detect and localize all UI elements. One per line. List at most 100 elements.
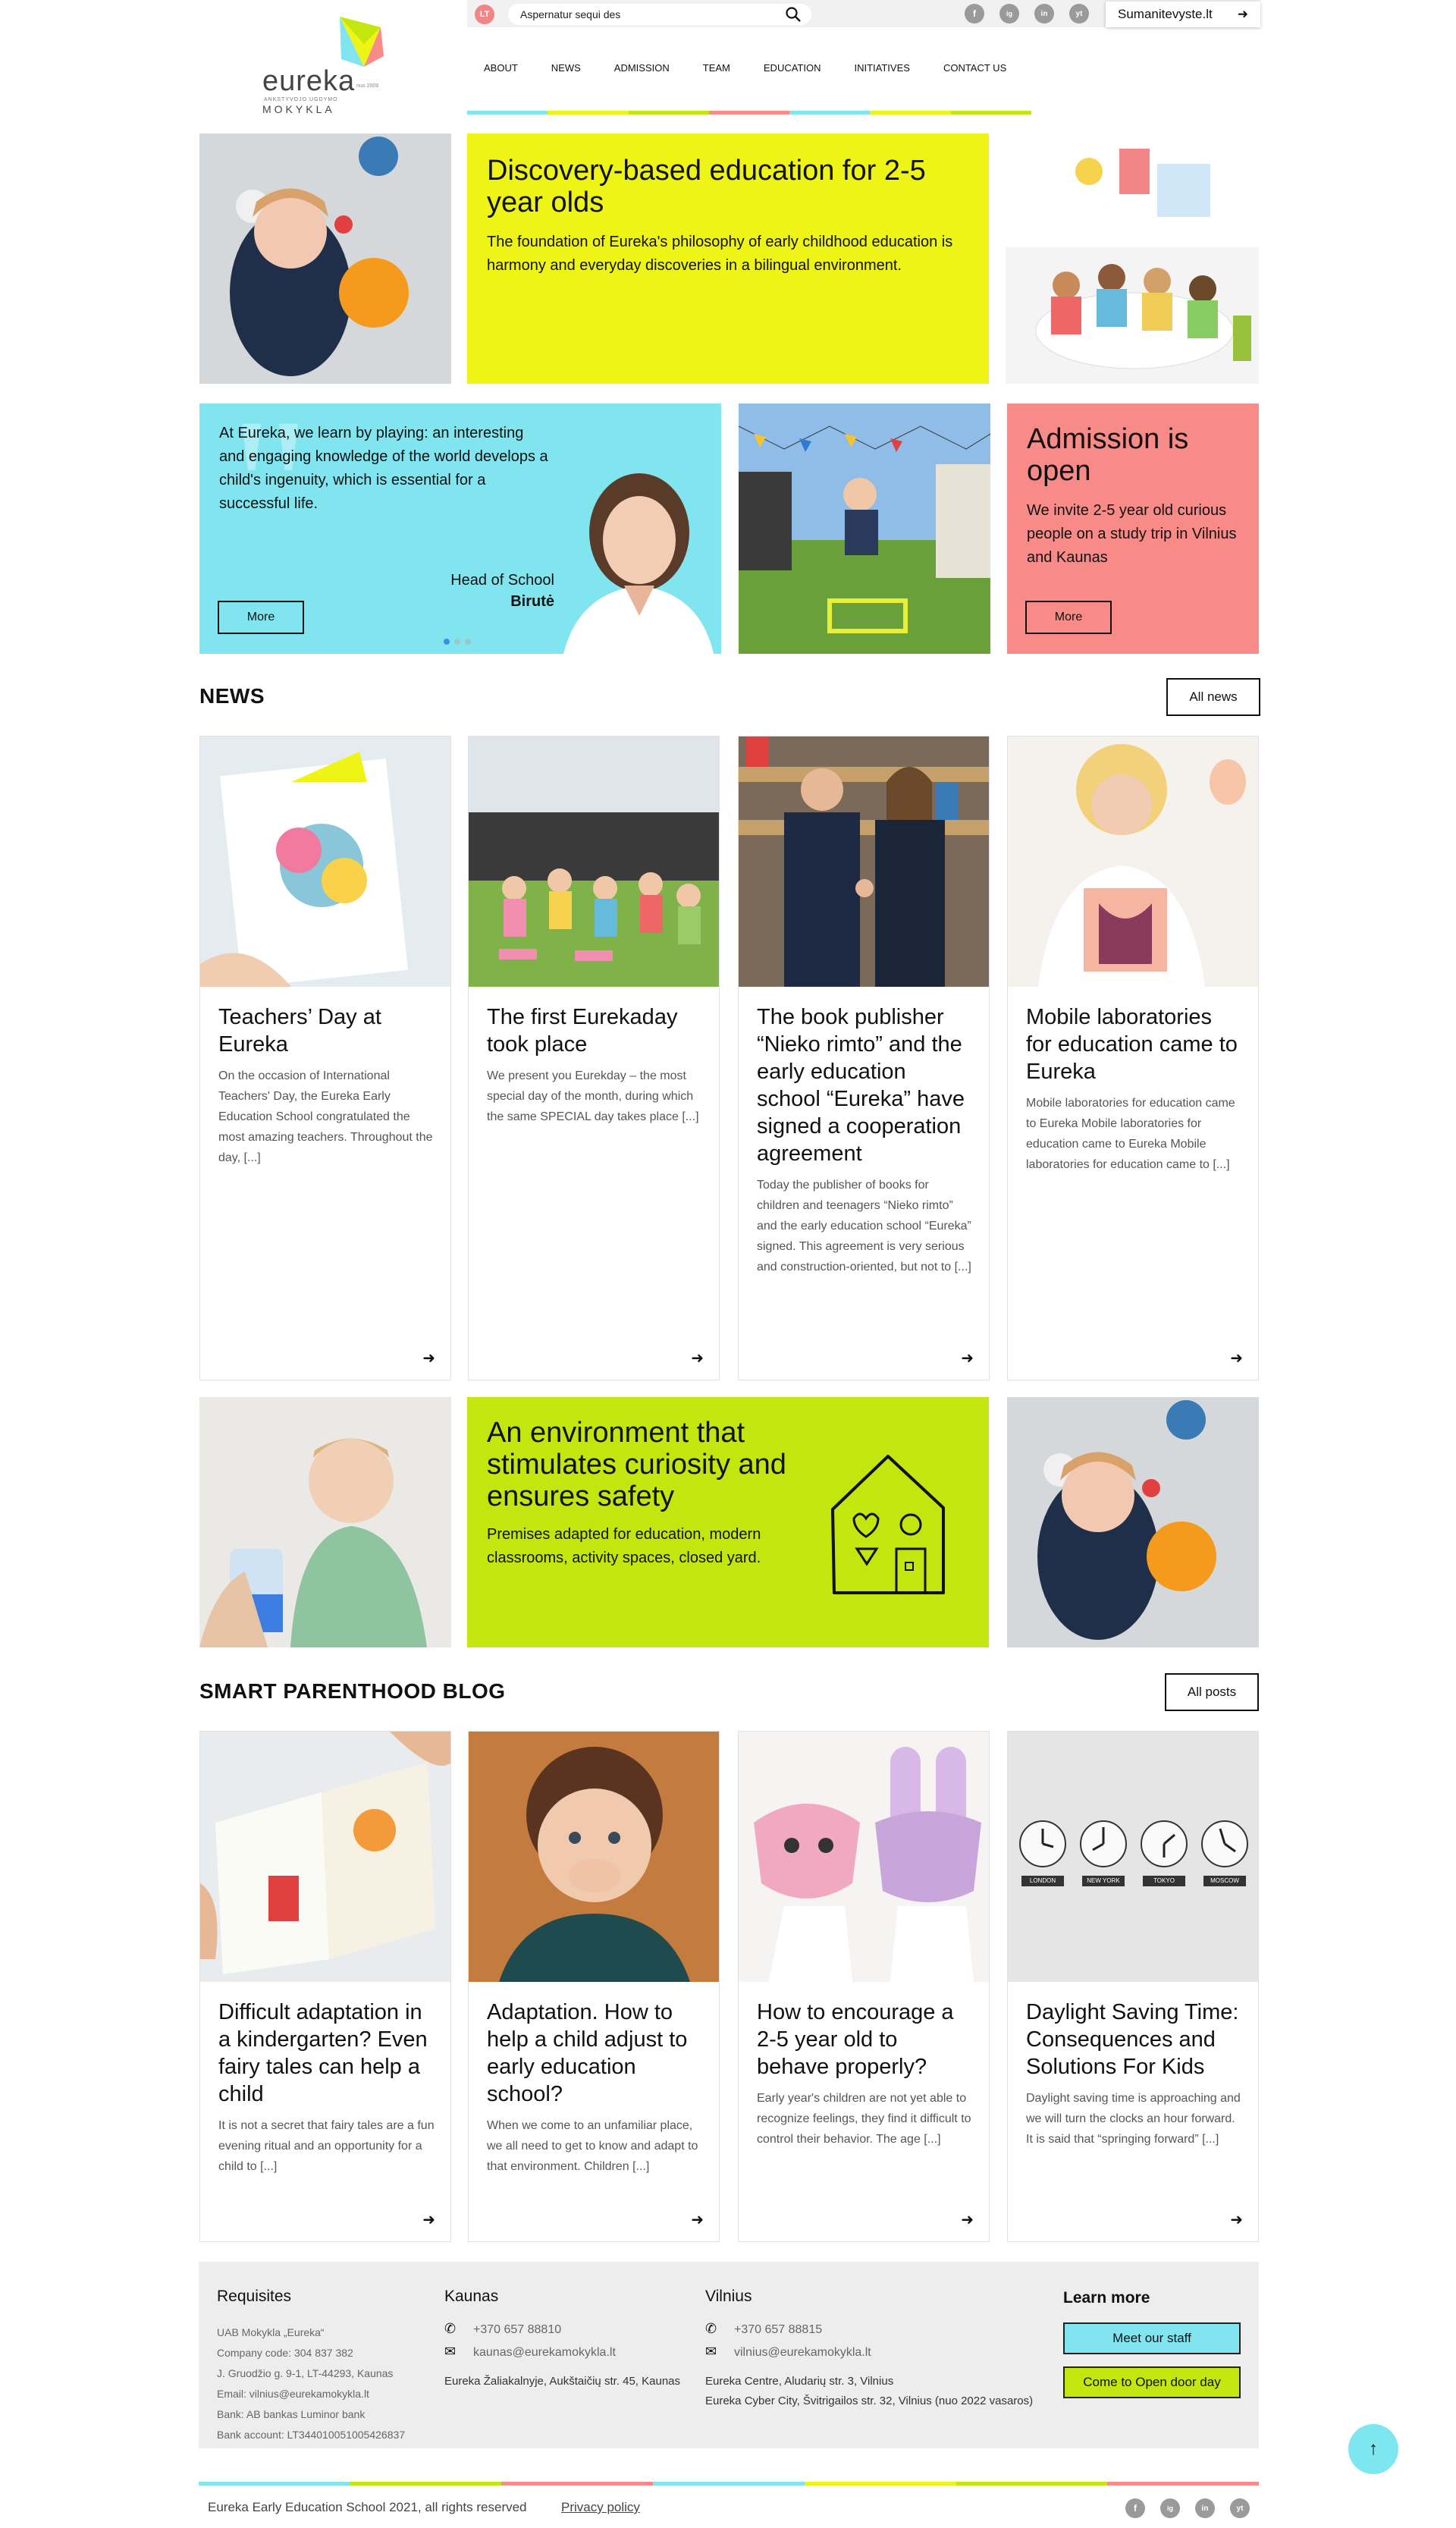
hero-title: Discovery-based education for 2-5 year o… (487, 155, 926, 218)
news-section-title: NEWS (199, 684, 265, 708)
news-image-teachers-day (200, 736, 450, 987)
site-logo[interactable]: eureka nuo 2009 ANKSTYVOJO UGDYMO MOKYKL… (258, 11, 391, 115)
youtube-icon-glyph: yt (1236, 2504, 1244, 2513)
news-card[interactable]: Mobile laboratories for education came t… (1007, 736, 1259, 1380)
youtube-icon[interactable]: yt (1069, 4, 1089, 24)
phone-icon: ✆ (444, 2321, 457, 2336)
quote-role: Head of School (450, 572, 554, 589)
blog-card[interactable]: Adaptation. How to help a child adjust t… (468, 1731, 720, 2242)
footer-requisites: UAB Mokykla „Eureka“ Company code: 304 8… (217, 2322, 429, 2445)
arrow-right-icon[interactable]: ➜ (691, 1349, 704, 1368)
news-image-mobile-lab (1008, 736, 1258, 987)
logo-word: eureka (262, 65, 356, 97)
arrow-right-icon[interactable]: ➜ (961, 2210, 974, 2229)
footer-vilnius-address-2: Eureka Cyber City, Švitrigailos str. 32,… (705, 2395, 1034, 2407)
meet-staff-button[interactable]: Meet our staff (1063, 2322, 1241, 2354)
nav-education[interactable]: EDUCATION (764, 62, 821, 74)
open-door-day-button[interactable]: Come to Open door day (1063, 2366, 1241, 2398)
nav-initiatives[interactable]: INITIATIVES (855, 62, 910, 74)
quote-tile: " At Eureka, we learn by playing: an int… (199, 404, 721, 654)
arrow-right-icon[interactable]: ➜ (422, 2210, 435, 2229)
news-title[interactable]: Mobile laboratories for education came t… (1026, 1003, 1243, 1085)
environment-text: Premises adapted for education, modern c… (487, 1526, 761, 1566)
language-switch[interactable]: LT (475, 5, 494, 24)
sumanitevyste-link[interactable]: Sumanitevyste.lt ➜ (1106, 2, 1260, 27)
blog-title[interactable]: Difficult adaptation in a kindergarten? … (218, 1999, 435, 2108)
blog-image-fairy-tales (200, 1732, 450, 1982)
arrow-right-icon[interactable]: ➜ (422, 1349, 435, 1368)
facebook-icon[interactable]: f (965, 4, 984, 24)
slider-dot-active[interactable] (444, 639, 450, 645)
instagram-icon[interactable]: ig (1160, 2498, 1180, 2518)
arrow-right-icon[interactable]: ➜ (691, 2210, 704, 2229)
quote-more-button[interactable]: More (218, 601, 304, 634)
instagram-icon-glyph: ig (1006, 10, 1012, 17)
blog-card[interactable]: LONDON NEW YORK TOKYO MOSCOW Daylight Sa… (1007, 1731, 1259, 2242)
photo-toddler-water (199, 1397, 451, 1647)
footer-vilnius-phone[interactable]: +370 657 88815 (734, 2319, 822, 2340)
nav-news[interactable]: NEWS (551, 62, 581, 74)
news-card[interactable]: Teachers’ Day at Eureka On the occasion … (199, 736, 451, 1380)
house-icon (831, 1455, 945, 1594)
logo-since: nuo 2009 (356, 83, 379, 89)
environment-tile: An environment that stimulates curiosity… (467, 1397, 989, 1647)
nav-contact[interactable]: CONTACT US (943, 62, 1006, 74)
arrow-right-icon[interactable]: ➜ (961, 1349, 974, 1368)
nav-about[interactable]: ABOUT (484, 62, 518, 74)
footer-kaunas-email[interactable]: kaunas@eurekamokykla.lt (473, 2342, 616, 2363)
clock-label: MOSCOW (1210, 1877, 1239, 1884)
blog-image-masks (739, 1732, 989, 1982)
hero-photo-child-planets (199, 133, 451, 384)
all-news-button[interactable]: All news (1166, 678, 1260, 716)
blog-card[interactable]: Difficult adaptation in a kindergarten? … (199, 1731, 451, 2242)
footer-vilnius-email[interactable]: vilnius@eurekamokykla.lt (734, 2342, 871, 2363)
search-input-value[interactable]: Aspernatur sequi des (520, 8, 620, 20)
blog-card[interactable]: How to encourage a 2-5 year old to behav… (738, 1731, 990, 2242)
footer-vilnius-address-1: Eureka Centre, Aludarių str. 3, Vilnius (705, 2375, 894, 2388)
privacy-policy-link[interactable]: Privacy policy (561, 2500, 640, 2515)
instagram-icon[interactable]: ig (999, 4, 1019, 24)
news-title[interactable]: The book publisher “Nieko rimto” and the… (757, 1003, 974, 1167)
environment-title: An environment that stimulates curiosity… (487, 1417, 786, 1512)
slider-dot[interactable] (465, 639, 471, 645)
photo-child-planets-2 (1007, 1397, 1259, 1647)
news-card[interactable]: The book publisher “Nieko rimto” and the… (738, 736, 990, 1380)
sumanitevyste-label: Sumanitevyste.lt (1118, 7, 1213, 21)
news-card[interactable]: The first Eurekaday took place We presen… (468, 736, 720, 1380)
admission-more-button[interactable]: More (1025, 601, 1112, 634)
footer-req-line[interactable]: Email: vilnius@eurekamokykla.lt (217, 2384, 429, 2404)
linkedin-icon[interactable]: in (1034, 4, 1054, 24)
search-icon[interactable] (785, 6, 802, 23)
footer-kaunas-title: Kaunas (444, 2288, 499, 2305)
blog-excerpt: It is not a secret that fairy tales are … (218, 2119, 435, 2173)
blog-title[interactable]: Daylight Saving Time: Consequences and S… (1026, 1999, 1243, 2080)
footer-requisites-title: Requisites (217, 2288, 292, 2305)
mail-icon: ✉ (705, 2344, 717, 2359)
footer-req-line: Bank: AB bankas Luminor bank (217, 2408, 366, 2420)
youtube-icon[interactable]: yt (1230, 2498, 1250, 2518)
blog-title[interactable]: How to encourage a 2-5 year old to behav… (757, 1999, 974, 2080)
footer-kaunas-address: Eureka Žaliakalnyje, Aukštaičių str. 45,… (444, 2375, 681, 2388)
instagram-icon-glyph: ig (1167, 2504, 1173, 2512)
mail-icon: ✉ (444, 2344, 457, 2359)
admission-tile: Admission is open We invite 2-5 year old… (1007, 404, 1259, 654)
scroll-to-top-button[interactable]: ↑ (1348, 2424, 1398, 2474)
arrow-right-icon[interactable]: ➜ (1230, 2210, 1243, 2229)
linkedin-icon[interactable]: in (1195, 2498, 1215, 2518)
blog-title[interactable]: Adaptation. How to help a child adjust t… (487, 1999, 704, 2108)
news-title[interactable]: The first Eurekaday took place (487, 1003, 704, 1058)
nav-team[interactable]: TEAM (703, 62, 730, 74)
nav-color-stripe (467, 111, 1031, 115)
all-posts-button[interactable]: All posts (1165, 1673, 1259, 1711)
footer-kaunas-phone[interactable]: +370 657 88810 (473, 2319, 561, 2340)
clock-label: LONDON (1029, 1877, 1056, 1884)
arrow-right-icon: ➜ (1237, 7, 1248, 21)
news-image-signing (739, 736, 989, 987)
news-title[interactable]: Teachers’ Day at Eureka (218, 1003, 435, 1058)
nav-admission[interactable]: ADMISSION (614, 62, 670, 74)
arrow-right-icon[interactable]: ➜ (1230, 1349, 1243, 1368)
head-of-school-photo (563, 473, 714, 654)
slider-dot[interactable] (454, 639, 460, 645)
facebook-icon[interactable]: f (1125, 2498, 1145, 2518)
footer-req-line: Bank account: LT344010051005426837 (217, 2429, 406, 2441)
